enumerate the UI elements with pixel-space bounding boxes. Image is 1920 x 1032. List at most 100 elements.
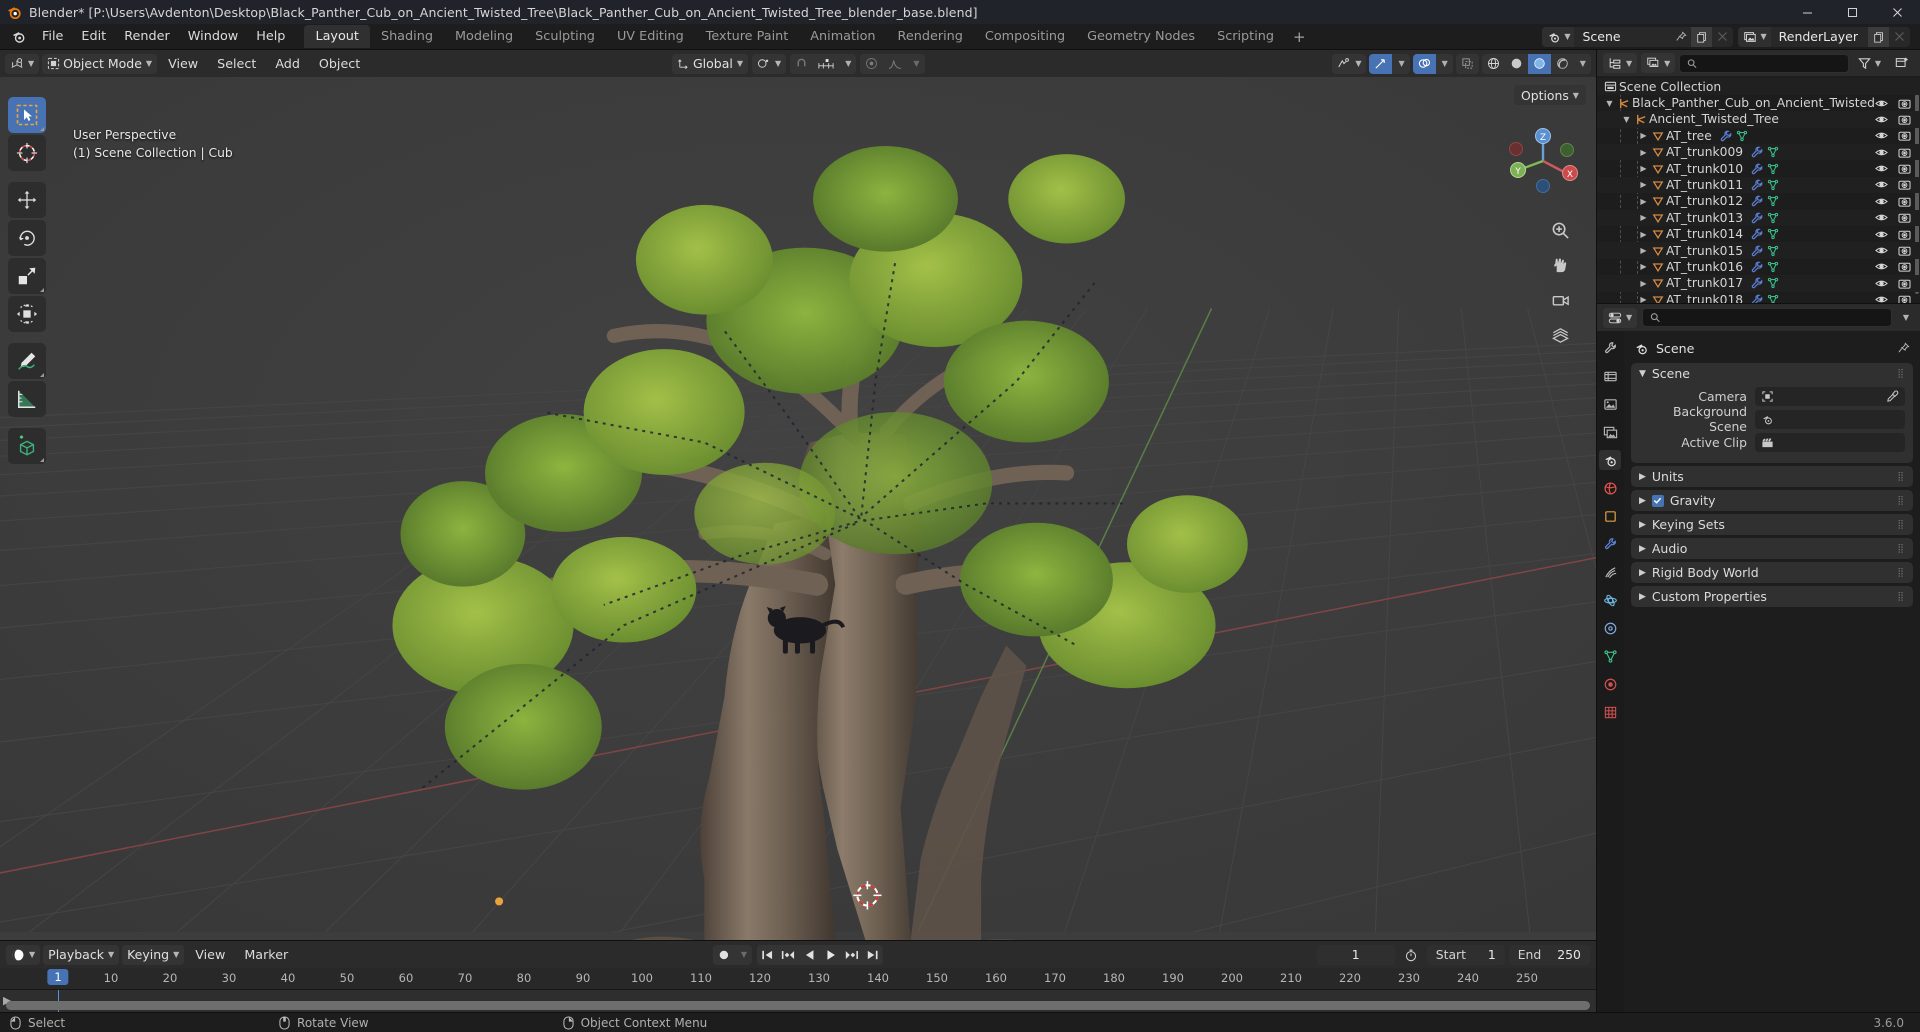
- tab-tool[interactable]: [1599, 338, 1621, 358]
- tab-rendering[interactable]: Rendering: [887, 25, 974, 48]
- custom-properties-panel-header[interactable]: ▶ Custom Properties ⣿: [1631, 586, 1913, 607]
- visibility-gizmo-icon[interactable]: ▼: [1332, 53, 1367, 74]
- new-viewlayer-button[interactable]: [1868, 26, 1889, 47]
- menu-help[interactable]: Help: [247, 26, 294, 47]
- material-preview-shading-icon[interactable]: [1527, 53, 1551, 74]
- custom-properties-panel[interactable]: ▶ Custom Properties ⣿: [1630, 586, 1913, 607]
- keying-sets-panel-header[interactable]: ▶ Keying Sets ⣿: [1631, 514, 1913, 535]
- chevron-right-icon[interactable]: ▶: [1639, 472, 1646, 482]
- hide-in-viewport-icon[interactable]: [1875, 179, 1888, 190]
- tab-scripting[interactable]: Scripting: [1206, 25, 1285, 48]
- mesh-data-icon[interactable]: [1767, 195, 1779, 207]
- mesh-data-icon[interactable]: [1767, 228, 1779, 240]
- disable-in-renders-icon[interactable]: [1898, 278, 1911, 289]
- units-panel-header[interactable]: ▶ Units ⣿: [1631, 466, 1913, 487]
- snap-pivot-icon[interactable]: ▼: [752, 53, 787, 74]
- disable-in-renders-icon[interactable]: [1898, 163, 1911, 174]
- outliner-row-object[interactable]: ▶ AT_trunk010: [1597, 160, 1920, 176]
- auto-keying-chevron-icon[interactable]: ▼: [735, 945, 752, 965]
- tab-layout[interactable]: Layout: [304, 25, 370, 48]
- tab-physics[interactable]: [1599, 590, 1621, 610]
- tab-view-layer[interactable]: [1599, 422, 1621, 442]
- tab-shading[interactable]: Shading: [370, 25, 444, 48]
- add-workspace-button[interactable]: +: [1285, 27, 1314, 47]
- editor-type-icon[interactable]: [8, 27, 28, 47]
- timeline-menu-playback[interactable]: Playback ▼: [43, 944, 120, 965]
- chevron-right-icon[interactable]: ▶: [1639, 568, 1646, 578]
- show-overlays-icon[interactable]: [1412, 53, 1436, 74]
- annotate-icon[interactable]: [8, 343, 46, 379]
- disable-in-renders-icon[interactable]: [1898, 245, 1911, 256]
- timeline-horizontal-scrollbar[interactable]: [6, 1001, 1590, 1010]
- scene-name[interactable]: Scene: [1574, 27, 1670, 47]
- snap-increment-icon[interactable]: [813, 54, 839, 74]
- properties-editor-type-icon[interactable]: ▼: [1602, 307, 1638, 328]
- audio-panel[interactable]: ▶ Audio ⣿: [1630, 538, 1913, 559]
- move-view-icon[interactable]: [1548, 252, 1574, 278]
- falloff-curve-icon[interactable]: [883, 54, 907, 74]
- outliner-row-object[interactable]: ▶ AT_trunk017: [1596, 275, 1920, 292]
- disable-in-renders-icon[interactable]: [1898, 130, 1911, 141]
- tab-object-data[interactable]: [1599, 646, 1621, 666]
- tab-render[interactable]: [1599, 366, 1621, 386]
- falloff-dropdown-chevron-icon[interactable]: ▼: [907, 54, 924, 74]
- modifier-wrench-icon[interactable]: [1751, 195, 1763, 207]
- rotate-icon[interactable]: [8, 220, 46, 256]
- new-scene-button[interactable]: [1691, 26, 1713, 47]
- disclosure-triangle-icon[interactable]: ▶: [1637, 180, 1650, 189]
- show-gizmo-icon[interactable]: [1369, 53, 1393, 74]
- outliner-row-collection[interactable]: ▼ Ancient_Twisted_Tree: [1596, 111, 1920, 128]
- outliner-row-object[interactable]: ▶ AT_trunk018: [1597, 292, 1920, 303]
- camera-field[interactable]: [1754, 386, 1905, 406]
- outliner-row-object[interactable]: ▶ AT_trunk014: [1597, 226, 1920, 242]
- hide-in-viewport-icon[interactable]: [1875, 278, 1888, 289]
- hide-in-viewport-icon[interactable]: [1875, 114, 1888, 125]
- outliner-row-object[interactable]: ▶ AT_trunk011: [1596, 176, 1920, 194]
- close-button[interactable]: [1875, 0, 1920, 24]
- viewlayer-name[interactable]: RenderLayer: [1771, 27, 1868, 47]
- menu-edit[interactable]: Edit: [72, 26, 115, 47]
- chevron-right-icon[interactable]: ▶: [1639, 496, 1646, 506]
- view-layer-icon[interactable]: ▼: [1738, 26, 1771, 47]
- mesh-data-icon[interactable]: [1767, 294, 1779, 303]
- active-clip-field[interactable]: [1754, 432, 1905, 452]
- hide-in-viewport-icon[interactable]: [1875, 130, 1888, 141]
- navigation-gizmo[interactable]: Z X Y: [1504, 122, 1582, 200]
- hide-in-viewport-icon[interactable]: [1875, 245, 1888, 256]
- tab-modifiers[interactable]: [1599, 534, 1621, 554]
- tab-geometry-nodes[interactable]: Geometry Nodes: [1076, 25, 1206, 48]
- properties-search-box[interactable]: [1642, 308, 1892, 327]
- tweak-select-box-icon[interactable]: [8, 97, 46, 133]
- jump-to-start-button[interactable]: [757, 945, 778, 965]
- outliner-tree[interactable]: Scene Collection ▼ Black_Panther_Cub_on_…: [1596, 76, 1920, 303]
- timeline-menu-keying[interactable]: Keying ▼: [122, 944, 185, 965]
- modifier-wrench-icon[interactable]: [1751, 294, 1763, 303]
- outliner-search-input[interactable]: [1702, 56, 1841, 71]
- pin-scene-icon[interactable]: [1670, 27, 1691, 47]
- gravity-panel[interactable]: ▶ Gravity ⣿: [1630, 490, 1913, 511]
- disable-in-renders-icon[interactable]: [1898, 196, 1911, 207]
- properties-search-input[interactable]: [1665, 310, 1884, 325]
- disable-in-renders-icon[interactable]: [1898, 114, 1911, 125]
- viewlayer-selector[interactable]: ▼ RenderLayer: [1738, 26, 1910, 47]
- disclosure-triangle-icon[interactable]: ▶: [1637, 262, 1650, 271]
- tab-modeling[interactable]: Modeling: [444, 25, 524, 48]
- chevron-right-icon[interactable]: ▶: [1639, 592, 1646, 602]
- outliner-new-collection-icon[interactable]: [1890, 53, 1914, 73]
- modifier-wrench-icon[interactable]: [1751, 146, 1763, 158]
- modifier-wrench-icon[interactable]: [1751, 277, 1763, 289]
- gizmo-dropdown-chevron-icon[interactable]: ▼: [1392, 54, 1409, 74]
- chevron-right-icon[interactable]: ▶: [1639, 544, 1646, 554]
- mesh-data-icon[interactable]: [1767, 146, 1779, 158]
- modifier-wrench-icon[interactable]: [1720, 130, 1732, 142]
- viewport-menu-view[interactable]: View: [160, 54, 206, 73]
- properties-options-chevron-icon[interactable]: ▼: [1897, 308, 1914, 328]
- outliner-row-collection[interactable]: ▼ Black_Panther_Cub_on_Ancient_Twisted: [1597, 95, 1920, 111]
- units-panel[interactable]: ▶ Units ⣿: [1630, 466, 1913, 487]
- auto-keyframe-icon[interactable]: [713, 945, 735, 965]
- mesh-data-icon[interactable]: [1767, 212, 1779, 224]
- viewport-options-button[interactable]: Options ▼: [1513, 85, 1586, 105]
- disclosure-triangle-icon[interactable]: ▶: [1637, 246, 1650, 255]
- add-cube-icon[interactable]: [8, 428, 46, 464]
- modifier-wrench-icon[interactable]: [1751, 228, 1763, 240]
